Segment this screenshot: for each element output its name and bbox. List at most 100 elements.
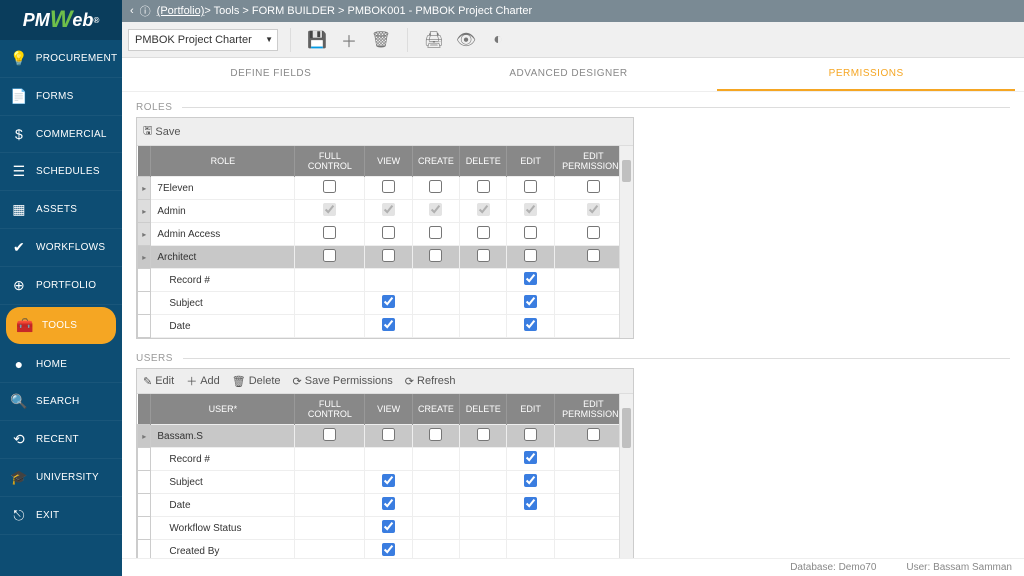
row-handle[interactable] bbox=[138, 269, 151, 292]
table-row[interactable]: Workflow Status bbox=[138, 517, 633, 540]
users-delete-button[interactable]: 🗑 Delete bbox=[232, 375, 281, 388]
permission-checkbox[interactable] bbox=[524, 428, 537, 441]
permission-checkbox[interactable] bbox=[477, 203, 490, 216]
permission-checkbox[interactable] bbox=[587, 249, 600, 262]
column-header[interactable]: DELETE bbox=[460, 394, 507, 425]
column-header[interactable] bbox=[138, 394, 151, 425]
permission-checkbox[interactable] bbox=[382, 295, 395, 308]
roles-save-button[interactable]: 🖫 Save bbox=[143, 122, 180, 141]
column-header[interactable]: EDIT bbox=[507, 146, 554, 177]
users-scrollbar[interactable] bbox=[619, 394, 633, 576]
permission-checkbox[interactable] bbox=[587, 226, 600, 239]
row-handle[interactable]: ▸ bbox=[138, 223, 151, 246]
users-edit-button[interactable]: ✎ Edit bbox=[143, 375, 174, 388]
sidebar-item-exit[interactable]: ⎋EXIT bbox=[0, 497, 122, 535]
permission-checkbox[interactable] bbox=[524, 295, 537, 308]
users-save-button[interactable]: ⟳ Save Permissions bbox=[293, 375, 393, 388]
permission-checkbox[interactable] bbox=[382, 543, 395, 556]
column-header[interactable]: VIEW bbox=[365, 146, 412, 177]
tab-advanced-designer[interactable]: ADVANCED DESIGNER bbox=[420, 58, 718, 91]
permission-checkbox[interactable] bbox=[382, 497, 395, 510]
sidebar-item-home[interactable]: ●HOME bbox=[0, 346, 122, 383]
column-header[interactable]: FULL CONTROL bbox=[295, 146, 365, 177]
row-handle[interactable] bbox=[138, 494, 151, 517]
roles-scrollbar[interactable] bbox=[619, 146, 633, 338]
row-handle[interactable]: ▸ bbox=[138, 177, 151, 200]
scrollbar-thumb[interactable] bbox=[622, 408, 631, 448]
permission-checkbox[interactable] bbox=[382, 249, 395, 262]
row-handle[interactable] bbox=[138, 448, 151, 471]
permission-checkbox[interactable] bbox=[323, 428, 336, 441]
sidebar-item-procurement[interactable]: 💡PROCUREMENT bbox=[0, 40, 122, 78]
permission-checkbox[interactable] bbox=[382, 428, 395, 441]
permission-checkbox[interactable] bbox=[524, 249, 537, 262]
preview-button[interactable]: 👁 bbox=[452, 26, 480, 54]
column-header[interactable]: EDIT bbox=[507, 394, 554, 425]
permission-checkbox[interactable] bbox=[587, 180, 600, 193]
toggle-button[interactable]: ◐ bbox=[484, 26, 512, 54]
sidebar-item-workflows[interactable]: ✔WORKFLOWS bbox=[0, 229, 122, 267]
record-dropdown[interactable]: PMBOK Project Charter ▼ bbox=[128, 29, 278, 51]
permission-checkbox[interactable] bbox=[524, 272, 537, 285]
table-row[interactable]: ▸7Eleven bbox=[138, 177, 633, 200]
column-header[interactable]: CREATE bbox=[412, 394, 459, 425]
permission-checkbox[interactable] bbox=[323, 180, 336, 193]
permission-checkbox[interactable] bbox=[524, 180, 537, 193]
permission-checkbox[interactable] bbox=[524, 203, 537, 216]
column-header[interactable]: ROLE bbox=[151, 146, 295, 177]
scrollbar-thumb[interactable] bbox=[622, 160, 631, 182]
permission-checkbox[interactable] bbox=[524, 474, 537, 487]
sidebar-item-tools[interactable]: 🧰TOOLS bbox=[6, 307, 116, 344]
sidebar-item-recent[interactable]: ⟲RECENT bbox=[0, 421, 122, 459]
table-row[interactable]: ▸Admin bbox=[138, 200, 633, 223]
table-row[interactable]: Subject bbox=[138, 292, 633, 315]
sidebar-item-university[interactable]: 🎓UNIVERSITY bbox=[0, 459, 122, 497]
table-row[interactable]: Record # bbox=[138, 269, 633, 292]
permission-checkbox[interactable] bbox=[382, 318, 395, 331]
row-handle[interactable] bbox=[138, 292, 151, 315]
permission-checkbox[interactable] bbox=[429, 428, 442, 441]
permission-checkbox[interactable] bbox=[587, 428, 600, 441]
column-header[interactable]: USER* bbox=[151, 394, 295, 425]
print-button[interactable]: 🖨 bbox=[420, 26, 448, 54]
permission-checkbox[interactable] bbox=[477, 180, 490, 193]
permission-checkbox[interactable] bbox=[323, 203, 336, 216]
add-button[interactable]: ＋ bbox=[335, 26, 363, 54]
row-handle[interactable] bbox=[138, 517, 151, 540]
sidebar-item-assets[interactable]: ▦ASSETS bbox=[0, 191, 122, 229]
collapse-sidebar-icon[interactable]: ‹ bbox=[130, 5, 134, 17]
column-header[interactable]: CREATE bbox=[412, 146, 459, 177]
row-handle[interactable]: ▸ bbox=[138, 246, 151, 269]
row-handle[interactable] bbox=[138, 315, 151, 338]
table-row[interactable]: Date bbox=[138, 315, 633, 338]
sidebar-item-portfolio[interactable]: ⊕PORTFOLIO bbox=[0, 267, 122, 305]
permission-checkbox[interactable] bbox=[382, 226, 395, 239]
sidebar-item-forms[interactable]: 📄FORMS bbox=[0, 78, 122, 116]
permission-checkbox[interactable] bbox=[382, 203, 395, 216]
permission-checkbox[interactable] bbox=[429, 180, 442, 193]
row-handle[interactable]: ▸ bbox=[138, 425, 151, 448]
sidebar-item-schedules[interactable]: ☰SCHEDULES bbox=[0, 153, 122, 191]
permission-checkbox[interactable] bbox=[323, 249, 336, 262]
permission-checkbox[interactable] bbox=[429, 249, 442, 262]
table-row[interactable]: ▸Architect bbox=[138, 246, 633, 269]
row-handle[interactable]: ▸ bbox=[138, 200, 151, 223]
users-add-button[interactable]: ＋ Add bbox=[186, 373, 220, 389]
table-row[interactable]: Date bbox=[138, 494, 633, 517]
permission-checkbox[interactable] bbox=[477, 428, 490, 441]
table-row[interactable]: Subject bbox=[138, 471, 633, 494]
tab-define-fields[interactable]: DEFINE FIELDS bbox=[122, 58, 420, 91]
permission-checkbox[interactable] bbox=[524, 497, 537, 510]
column-header[interactable]: FULL CONTROL bbox=[295, 394, 365, 425]
permission-checkbox[interactable] bbox=[524, 451, 537, 464]
permission-checkbox[interactable] bbox=[382, 520, 395, 533]
save-button[interactable]: 💾 bbox=[303, 26, 331, 54]
permission-checkbox[interactable] bbox=[477, 226, 490, 239]
permission-checkbox[interactable] bbox=[524, 226, 537, 239]
permission-checkbox[interactable] bbox=[382, 474, 395, 487]
table-row[interactable]: Record # bbox=[138, 448, 633, 471]
column-header[interactable] bbox=[138, 146, 151, 177]
table-row[interactable]: ▸Admin Access bbox=[138, 223, 633, 246]
users-refresh-button[interactable]: ⟳ Refresh bbox=[405, 375, 456, 388]
permission-checkbox[interactable] bbox=[429, 226, 442, 239]
